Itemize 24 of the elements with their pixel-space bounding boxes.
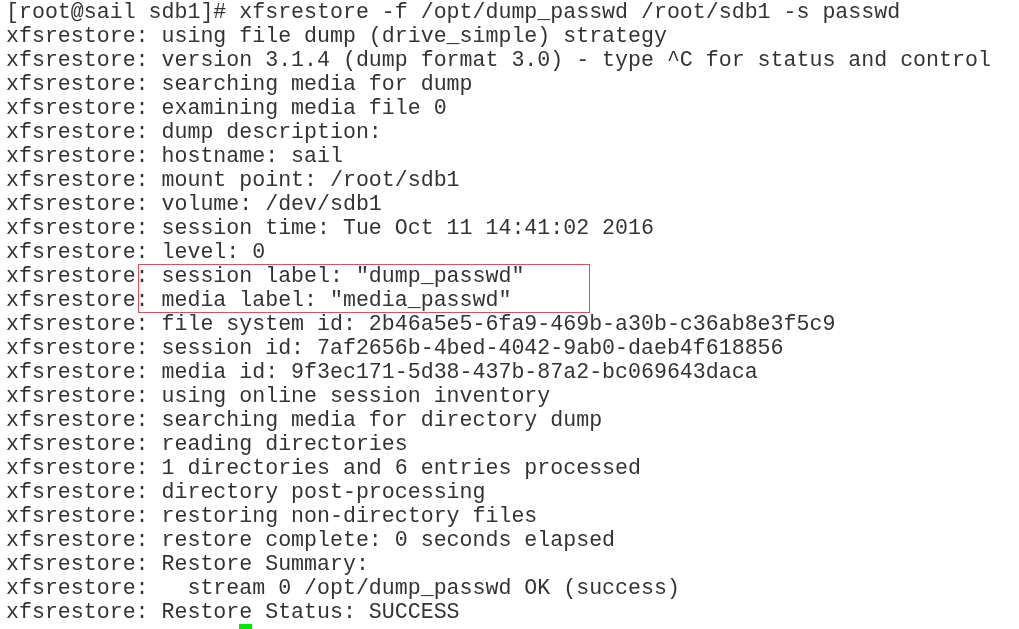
terminal-line: xfsrestore: searching media for dump bbox=[6, 72, 474, 96]
terminal-line: xfsrestore: using online session inventory bbox=[6, 384, 552, 408]
terminal-line: xfsrestore: mount point: /root/sdb1 bbox=[6, 168, 461, 192]
terminal-line: xfsrestore: Restore Summary: bbox=[6, 552, 370, 576]
terminal-line: xfsrestore: restore complete: 0 seconds elapsed bbox=[6, 528, 617, 552]
terminal-line: xfsrestore: stream 0 /opt/dump_passwd OK (success) bbox=[6, 576, 681, 600]
terminal-line: xfsrestore: Restore Status: SUCCESS bbox=[6, 600, 461, 624]
terminal-line: xfsrestore: directory post-processing bbox=[6, 480, 487, 504]
terminal-line: xfsrestore: session time: Tue Oct 11 14:41:02 2016 bbox=[6, 216, 655, 240]
terminal-line: xfsrestore: restoring non-directory files bbox=[6, 504, 539, 528]
terminal-line: xfsrestore: examining media file 0 bbox=[6, 96, 448, 120]
terminal-line: xfsrestore: file system id: 2b46a5e5-6fa9-469b-a30b-c36ab8e3f5c9 bbox=[6, 312, 837, 336]
terminal-line: xfsrestore: session id: 7af2656b-4bed-4042-9ab0-daeb4f618856 bbox=[6, 336, 785, 360]
terminal-line: xfsrestore: level: 0 bbox=[6, 240, 267, 264]
terminal-line: xfsrestore: 1 directories and 6 entries processed bbox=[6, 456, 642, 480]
terminal-line: xfsrestore: hostname: sail bbox=[6, 144, 344, 168]
terminal-line: xfsrestore: volume: /dev/sdb1 bbox=[6, 192, 383, 216]
terminal-line: xfsrestore: media id: 9f3ec171-5d38-437b-87a2-bc069643daca bbox=[6, 360, 759, 384]
terminal-line: [root@sail sdb1]# xfsrestore -f /opt/dump_passwd /root/sdb1 -s passwd bbox=[6, 0, 902, 24]
terminal-line: xfsrestore: searching media for directory dump bbox=[6, 408, 604, 432]
terminal-line: xfsrestore: using file dump (drive_simple) strategy bbox=[6, 24, 668, 48]
terminal-line: xfsrestore: reading directories bbox=[6, 432, 409, 456]
terminal-line: xfsrestore: dump description: bbox=[6, 120, 383, 144]
terminal-line: xfsrestore: version 3.1.4 (dump format 3.0) - type ^C for status and control bbox=[6, 48, 992, 72]
